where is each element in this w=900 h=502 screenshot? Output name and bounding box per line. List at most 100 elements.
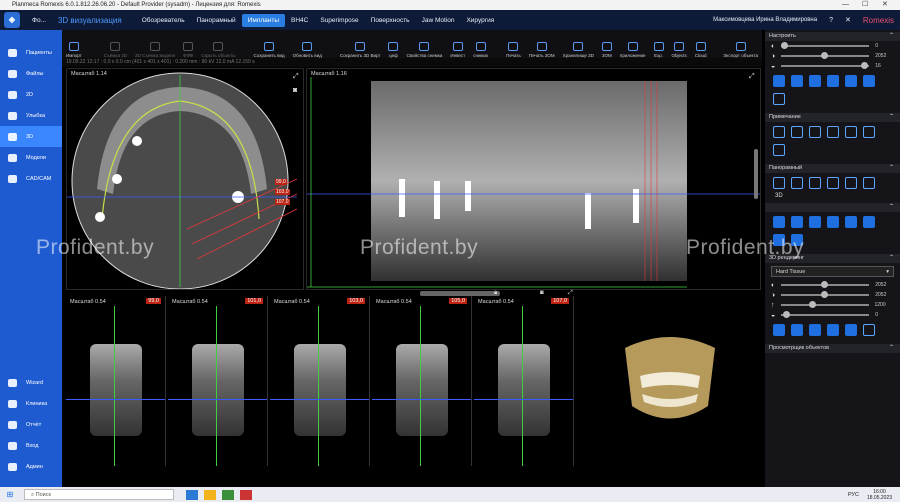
filter-icon[interactable]: [791, 75, 803, 87]
cloud-button[interactable]: Cloud: [691, 32, 711, 58]
text-icon[interactable]: [809, 126, 821, 138]
sidebar-item-login[interactable]: Вход: [0, 435, 62, 456]
app-mode-selector[interactable]: Фо...: [26, 14, 52, 27]
keyboard-language[interactable]: РУС: [848, 492, 859, 498]
section-panoramic[interactable]: Панорамный: [765, 164, 900, 173]
browser-icon[interactable]: [222, 489, 234, 500]
image-properties-button[interactable]: Свойства снимка: [402, 32, 446, 58]
section-implant-tools[interactable]: [765, 203, 900, 212]
export-button[interactable]: Exp.: [650, 32, 668, 58]
cross-section-slice[interactable]: Масштаб 0.54 105,0: [372, 296, 472, 466]
render-threshold-slider[interactable]: ↑ 1200: [765, 300, 900, 310]
romexis-taskbar-icon[interactable]: [240, 489, 252, 500]
tab-implants[interactable]: Импланты: [241, 13, 286, 27]
render-sharpen-icon[interactable]: [809, 324, 821, 336]
close-button[interactable]: ✕: [882, 0, 888, 10]
cross-section-slice[interactable]: Масштаб 0.54 101,0: [168, 296, 268, 466]
maximize-button[interactable]: ☐: [862, 0, 868, 10]
sidebar-item-wizard[interactable]: Wizard: [0, 372, 62, 393]
contrast-slider[interactable]: ◑ 2052: [765, 51, 900, 61]
sharpness-slider[interactable]: ◒ 16: [765, 61, 900, 71]
export-object-button[interactable]: Экспорт объекта: [719, 32, 762, 58]
render-window-slider[interactable]: ◑ 2052: [765, 290, 900, 300]
capture-3d-button[interactable]: Съёмка 3D: [100, 32, 131, 58]
clock[interactable]: 16:00 18.05.2023: [867, 489, 892, 501]
render-cube-icon[interactable]: [863, 324, 875, 336]
objects-button[interactable]: Objects: [668, 32, 691, 58]
line-icon[interactable]: [845, 126, 857, 138]
head-icon[interactable]: [863, 75, 875, 87]
implant-icon[interactable]: [773, 216, 785, 228]
render-mode-select[interactable]: Hard Tissue ▾: [771, 266, 894, 277]
start-icon[interactable]: ⊞: [0, 490, 20, 499]
tab-panoramic[interactable]: Панорамный: [191, 14, 242, 27]
pen-icon[interactable]: [863, 126, 875, 138]
render-color-icon[interactable]: [827, 324, 839, 336]
sidebar-item-report[interactable]: Отчёт: [0, 414, 62, 435]
measure-icon[interactable]: [827, 126, 839, 138]
section-object-viewer[interactable]: Просмотрщик объектов: [765, 344, 900, 353]
taskbar-search-input[interactable]: ⌕ Поиск: [24, 489, 174, 500]
curve-settings-icon[interactable]: [863, 177, 875, 189]
render-shape-icon[interactable]: [845, 324, 857, 336]
cross-section-slice[interactable]: Масштаб 0.54 107,0: [474, 296, 574, 466]
tooth-model-icon[interactable]: [863, 216, 875, 228]
print-3om-button[interactable]: Печать 3OM: [525, 32, 559, 58]
panoramic-3d-label[interactable]: 3D: [765, 193, 900, 199]
sidebar-item-models[interactable]: Модели: [0, 147, 62, 168]
sidebar-item-clinic[interactable]: Клиника: [0, 393, 62, 414]
sidebar-item-smile[interactable]: Улыбка: [0, 105, 62, 126]
wrench-icon[interactable]: [773, 93, 785, 105]
sidebar-item-cadcam[interactable]: CAD/CAM: [0, 168, 62, 189]
save-3d-virt-button[interactable]: Сохранить 3D Вирт: [336, 32, 385, 58]
refresh-view-button[interactable]: Обновить вид: [289, 32, 326, 58]
render-filter-icon[interactable]: [791, 324, 803, 336]
curve-edit-icon[interactable]: [809, 177, 821, 189]
crown-icon[interactable]: [809, 216, 821, 228]
ceph-button[interactable]: цеф: [384, 32, 402, 58]
brightness-slider[interactable]: ◐ 0: [765, 41, 900, 51]
tab-superimpose[interactable]: Superimpose: [314, 14, 364, 27]
sidebar-item-admin[interactable]: Админ: [0, 456, 62, 477]
camera-icon[interactable]: ◙: [293, 87, 297, 94]
tab-surgery[interactable]: Хирургия: [460, 14, 500, 27]
sidebar-item-patients[interactable]: Пациенты: [0, 42, 62, 63]
invest-button[interactable]: Инвест: [446, 32, 469, 58]
help-icon[interactable]: ?: [823, 14, 839, 27]
sidebar-item-2d[interactable]: 2D: [0, 84, 62, 105]
render-image-icon[interactable]: [773, 324, 785, 336]
angle-icon[interactable]: [791, 126, 803, 138]
tab-jaw-motion[interactable]: Jaw Motion: [416, 14, 461, 27]
cross-section-slice[interactable]: Масштаб 0.54 103,0: [270, 296, 370, 466]
sidebar-item-files[interactable]: Файлы: [0, 63, 62, 84]
segment-icon[interactable]: [845, 216, 857, 228]
hide-objects-button[interactable]: Скрыть объекты: [197, 32, 239, 58]
maximize-view-icon[interactable]: ⤢: [749, 73, 755, 81]
sharpen-icon[interactable]: [809, 75, 821, 87]
3om-button[interactable]: 3OM: [598, 32, 616, 58]
nerve-icon[interactable]: [791, 216, 803, 228]
section-annotation[interactable]: Примечание: [765, 113, 900, 122]
storage-3d-button[interactable]: Хранилище 3D: [559, 32, 598, 58]
section-adjust[interactable]: Настроить: [765, 32, 900, 41]
image-icon[interactable]: [827, 75, 839, 87]
fff-button[interactable]: ФФФ: [179, 32, 197, 58]
3d-render-view[interactable]: [580, 296, 761, 466]
render-level-slider[interactable]: ◒ 0: [765, 310, 900, 320]
user-name[interactable]: Максимовцева Ирина Владимировна: [707, 14, 823, 27]
minimize-button[interactable]: —: [842, 0, 849, 10]
render-opacity-slider[interactable]: ◐ 2052: [765, 280, 900, 290]
cross-section-slice[interactable]: Масштаб 0.54 99,0: [66, 296, 166, 466]
close-session-icon[interactable]: ✕: [839, 14, 857, 27]
capture-model-button[interactable]: 3D Съёмка модели: [131, 32, 179, 58]
explorer-icon[interactable]: [204, 489, 216, 500]
panoramic-scrollbar[interactable]: [754, 149, 758, 199]
curve-icon[interactable]: [773, 177, 785, 189]
snapshot-button[interactable]: снимок: [469, 32, 492, 58]
taskview-icon[interactable]: [186, 489, 198, 500]
application-button[interactable]: приложение: [616, 32, 650, 58]
save-view-button[interactable]: Сохранить вид: [250, 32, 289, 58]
tab-vn4c[interactable]: ВН4С: [285, 14, 314, 27]
tab-browser[interactable]: Обозреватель: [136, 14, 191, 27]
curve-add-icon[interactable]: [791, 177, 803, 189]
